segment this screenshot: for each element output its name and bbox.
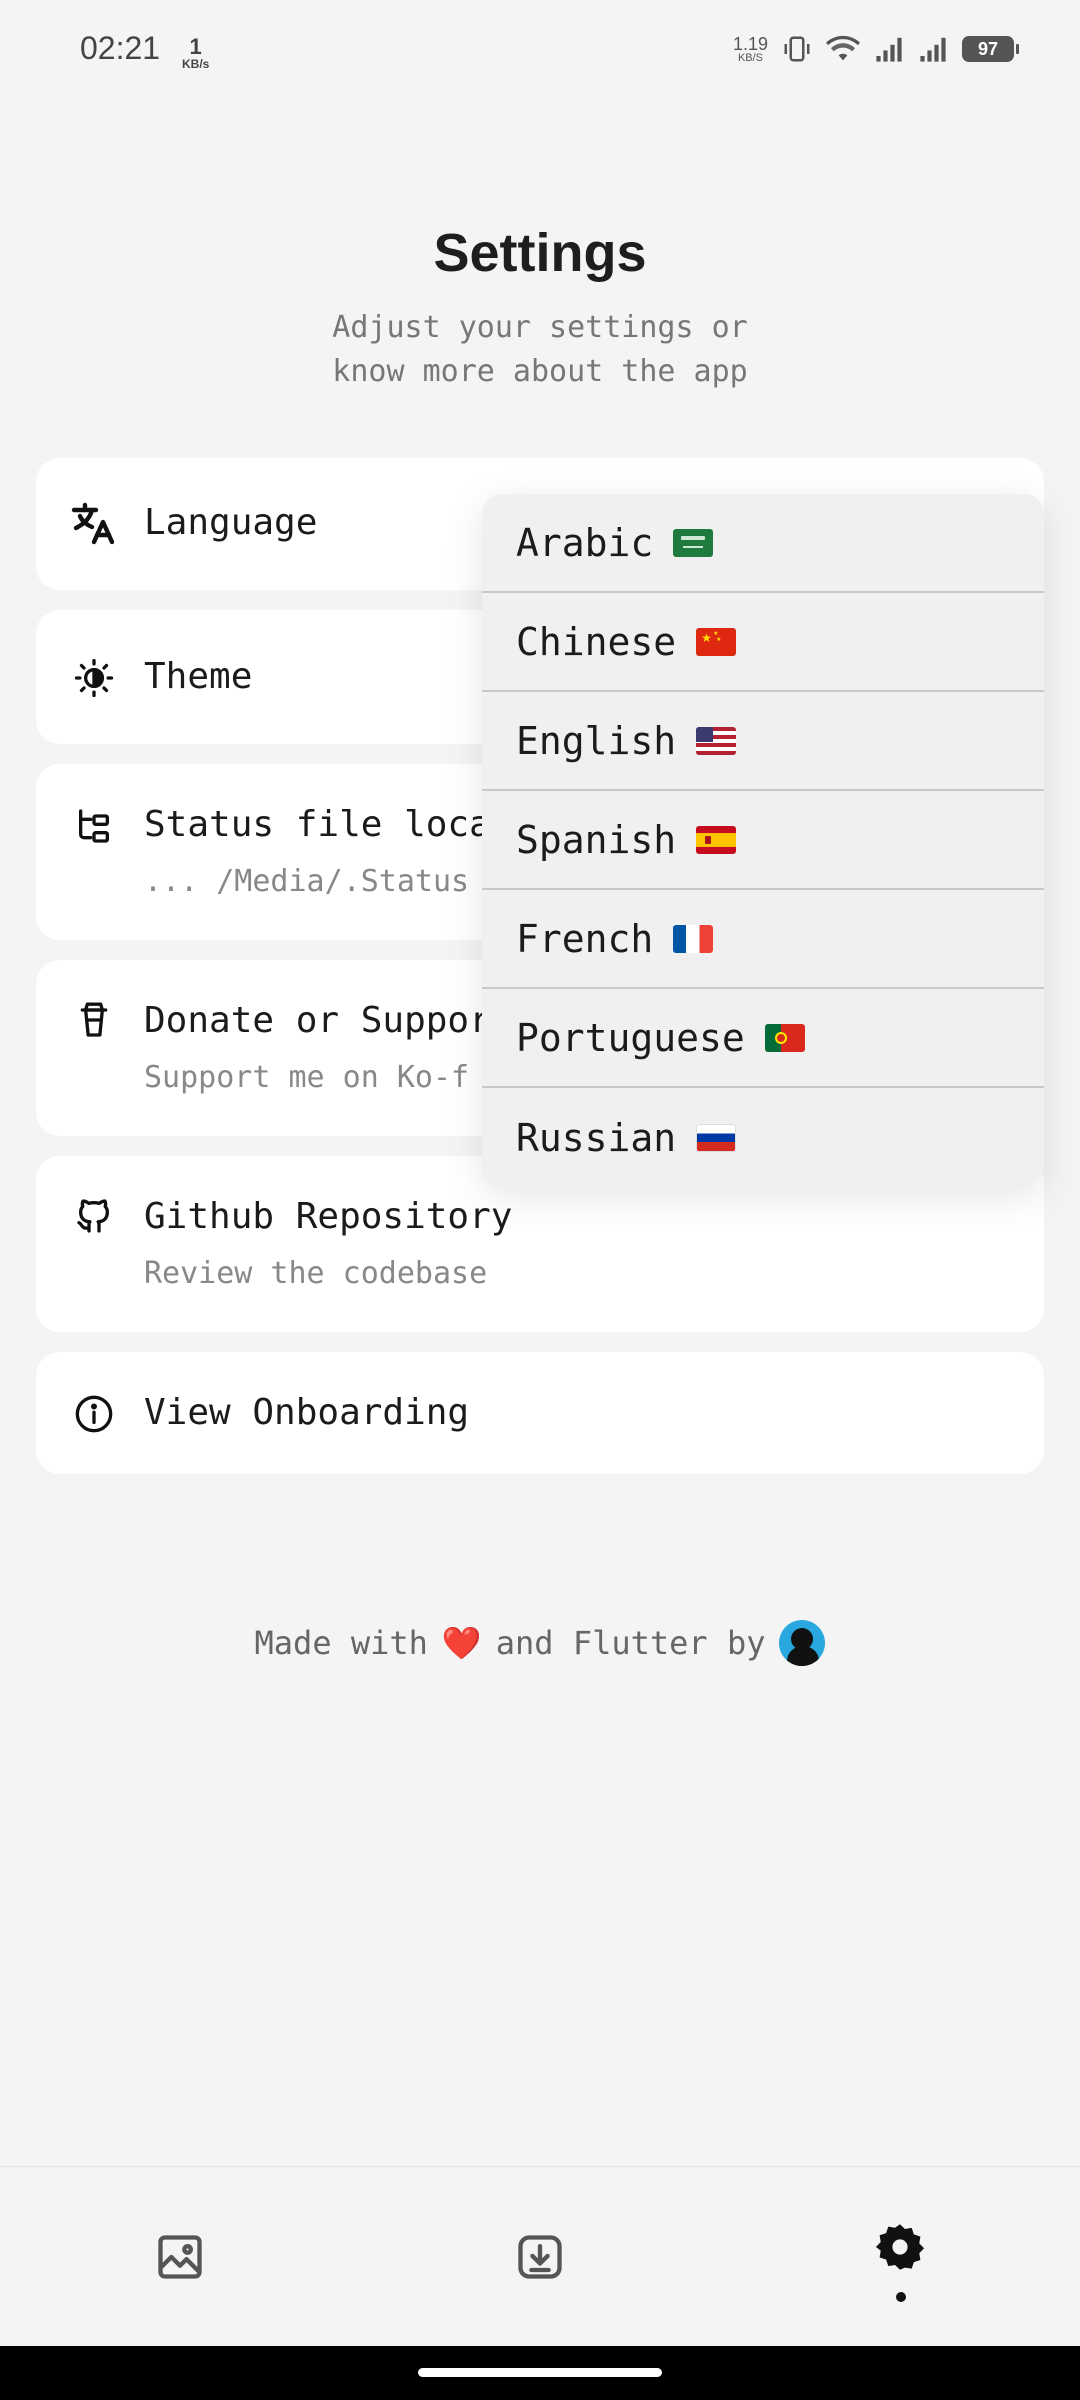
github-label: Github Repository bbox=[144, 1196, 513, 1237]
translate-icon bbox=[70, 500, 118, 548]
network-speed: 1 KB/s bbox=[182, 34, 210, 71]
flutter-by-text: and Flutter by bbox=[495, 1624, 766, 1662]
language-option-english[interactable]: English bbox=[482, 692, 1044, 791]
gesture-bar bbox=[0, 2346, 1080, 2400]
language-label: Language bbox=[144, 502, 318, 543]
status-location-path: ... /Media/.Status bbox=[144, 864, 470, 899]
wifi-icon bbox=[826, 35, 860, 61]
language-dropdown: Arabic Chinese ★ ★ ★ English Spanish Fre… bbox=[482, 494, 1044, 1186]
spain-flag-icon bbox=[696, 825, 737, 854]
vibrate-icon bbox=[784, 36, 810, 62]
donate-label: Donate or Suppor bbox=[144, 1000, 491, 1041]
made-with-text: Made with bbox=[254, 1624, 428, 1662]
network-rate: 1.19 KB/S bbox=[732, 33, 768, 64]
language-option-french[interactable]: French bbox=[482, 890, 1044, 989]
usa-flag-icon bbox=[696, 726, 737, 755]
folder-tree-icon bbox=[70, 802, 118, 850]
status-location-label: Status file loca bbox=[144, 804, 491, 845]
theme-label: Theme bbox=[144, 656, 253, 697]
portugal-flag-icon bbox=[764, 1023, 805, 1052]
heart-icon: ❤️ bbox=[441, 1624, 482, 1662]
credits-footer: Made with ❤️ and Flutter by bbox=[0, 1620, 1080, 1666]
download-icon bbox=[518, 2235, 562, 2279]
coffee-cup-icon bbox=[70, 996, 118, 1044]
saudi-arabia-flag-icon bbox=[673, 528, 714, 557]
github-subtitle: Review the codebase bbox=[144, 1256, 488, 1291]
page-subtitle: Adjust your settings or know more about … bbox=[332, 310, 748, 389]
gear-icon bbox=[875, 2224, 925, 2270]
image-icon bbox=[158, 2235, 202, 2279]
page-title: Settings bbox=[433, 223, 647, 283]
signal-icon-2 bbox=[920, 37, 946, 62]
status-time: 02:21 bbox=[80, 30, 161, 66]
nav-settings[interactable] bbox=[860, 2207, 940, 2287]
onboarding-setting[interactable]: View Onboarding bbox=[36, 1352, 1044, 1474]
russia-flag-icon bbox=[696, 1123, 737, 1152]
nav-gallery[interactable] bbox=[140, 2217, 220, 2297]
bottom-navigation bbox=[0, 2166, 1080, 2346]
status-icons: 1.19 KB/S 97 bbox=[732, 33, 1019, 64]
language-option-portuguese[interactable]: Portuguese bbox=[482, 989, 1044, 1088]
nav-downloads[interactable] bbox=[500, 2217, 580, 2297]
github-icon bbox=[70, 1192, 118, 1240]
active-nav-indicator bbox=[896, 2292, 906, 2302]
france-flag-icon bbox=[673, 924, 714, 953]
status-bar: 02:21 1 KB/s 1.19 KB/S 97 bbox=[0, 0, 1080, 110]
language-option-spanish[interactable]: Spanish bbox=[482, 791, 1044, 890]
onboarding-label: View Onboarding bbox=[144, 1392, 470, 1433]
language-option-chinese[interactable]: Chinese ★ ★ ★ bbox=[482, 593, 1044, 692]
china-flag-icon: ★ ★ ★ bbox=[696, 627, 737, 656]
language-option-arabic[interactable]: Arabic bbox=[482, 494, 1044, 593]
language-option-russian[interactable]: Russian bbox=[482, 1088, 1044, 1186]
battery-indicator: 97 bbox=[962, 36, 1019, 62]
contrast-icon bbox=[70, 654, 118, 702]
author-avatar[interactable] bbox=[779, 1620, 826, 1666]
signal-icon-1 bbox=[876, 37, 902, 62]
home-indicator[interactable] bbox=[418, 2368, 662, 2377]
donate-subtitle: Support me on Ko-f bbox=[144, 1060, 470, 1095]
info-icon bbox=[70, 1390, 118, 1438]
